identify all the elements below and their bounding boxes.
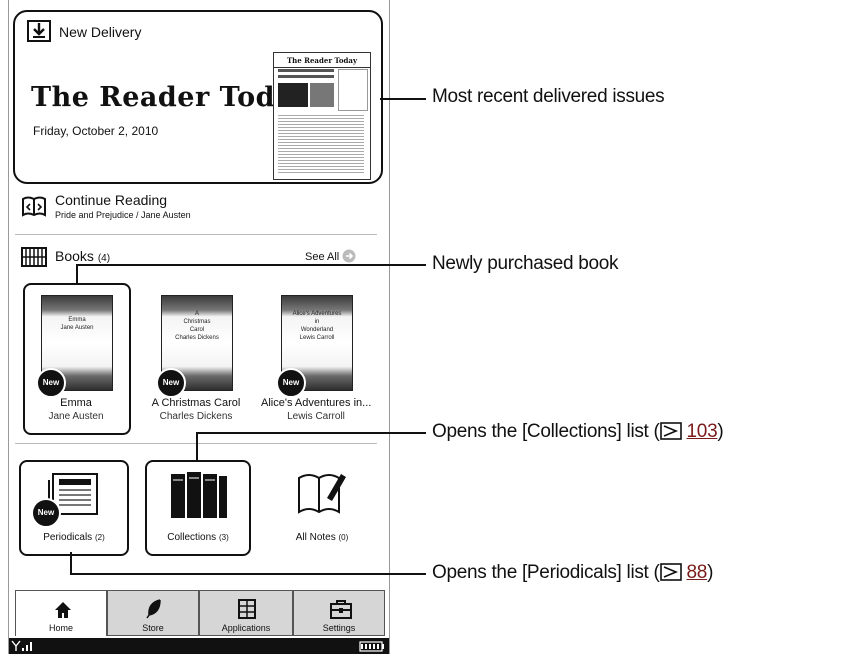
nav-store-label: Store bbox=[142, 623, 164, 633]
status-bar bbox=[9, 638, 389, 654]
nav-applications[interactable]: Applications bbox=[199, 590, 293, 636]
toolbox-icon bbox=[330, 600, 352, 619]
new-delivery-card[interactable]: New Delivery The Reader Today Friday, Oc… bbox=[13, 10, 383, 184]
all-notes-tile[interactable]: All Notes (0) bbox=[269, 460, 375, 552]
see-all-link[interactable]: See All bbox=[305, 249, 356, 263]
all-notes-text: All Notes bbox=[295, 532, 336, 543]
leader-line-purchased-vertical bbox=[76, 264, 78, 284]
thumbnail-masthead: The Reader Today bbox=[274, 56, 370, 68]
callout-suffix: ) bbox=[717, 421, 724, 442]
callout-collections: Opens the [Collections] list ( 103) bbox=[432, 421, 724, 443]
all-notes-label: All Notes (0) bbox=[267, 532, 377, 543]
periodicals-tile[interactable]: New Periodicals (2) bbox=[19, 460, 129, 556]
book-title: Emma bbox=[60, 397, 92, 409]
periodical-masthead: The Reader Today bbox=[31, 82, 310, 113]
book-author: Lewis Carroll bbox=[287, 411, 345, 422]
download-icon bbox=[27, 20, 51, 42]
delivery-date: Friday, October 2, 2010 bbox=[33, 124, 159, 138]
nav-home[interactable]: Home bbox=[15, 590, 107, 636]
callout-newly-purchased: Newly purchased book bbox=[432, 253, 619, 274]
divider bbox=[15, 234, 377, 235]
open-book-icon bbox=[22, 196, 46, 217]
leader-line-collections bbox=[196, 432, 426, 434]
leader-line-collections-vertical bbox=[196, 432, 198, 461]
new-badge: New bbox=[31, 498, 61, 528]
callout-collections-text: Opens the [Collections] list ( bbox=[432, 421, 660, 442]
notes-pen-icon bbox=[298, 474, 346, 514]
nav-applications-label: Applications bbox=[221, 623, 271, 633]
nav-settings[interactable]: Settings bbox=[293, 590, 385, 636]
book-cover: Emma Jane Austen New bbox=[36, 295, 113, 398]
new-delivery-title: New Delivery bbox=[59, 24, 142, 40]
all-notes-count: (0) bbox=[338, 533, 349, 542]
book-item[interactable]: Emma Jane Austen New Emma Jane Austen bbox=[21, 287, 131, 427]
book-cover: Alice's Adventures in Wonderland Lewis C… bbox=[276, 295, 353, 398]
book-author: Charles Dickens bbox=[159, 411, 233, 422]
books-section-title: Books (4) bbox=[55, 248, 110, 264]
new-badge: New bbox=[36, 368, 66, 398]
continue-reading-book: Pride and Prejudice / Jane Austen bbox=[55, 210, 191, 220]
leader-line-recent bbox=[380, 98, 426, 100]
collections-count: (3) bbox=[218, 533, 229, 542]
continue-reading-title[interactable]: Continue Reading bbox=[55, 192, 167, 208]
callout-recent-issues: Most recent delivered issues bbox=[432, 86, 665, 107]
leaf-icon bbox=[146, 599, 161, 619]
cover-text: Alice's Adventures in Wonderland Lewis C… bbox=[292, 311, 342, 341]
nav-settings-label: Settings bbox=[322, 623, 356, 633]
cover-text: Emma Jane Austen bbox=[60, 317, 94, 331]
page-ref-icon bbox=[659, 422, 682, 440]
home-icon bbox=[55, 602, 71, 618]
see-all-label: See All bbox=[305, 251, 340, 263]
book-item[interactable]: A Christmas Carol Charles Dickens New A … bbox=[141, 287, 251, 427]
book-item[interactable]: Alice's Adventures in Wonderland Lewis C… bbox=[261, 287, 371, 427]
collections-label: Collections (3) bbox=[143, 532, 253, 543]
leader-line-periodicals-vertical bbox=[70, 552, 72, 574]
newspaper-thumbnail[interactable]: The Reader Today bbox=[273, 52, 371, 180]
nav-home-label: Home bbox=[48, 623, 73, 633]
applications-icon bbox=[238, 599, 256, 619]
page-ref-link[interactable]: 88 bbox=[687, 562, 708, 583]
page-ref-icon bbox=[659, 563, 682, 581]
periodicals-text: Periodicals bbox=[43, 532, 93, 543]
book-cover: A Christmas Carol Charles Dickens New bbox=[156, 295, 233, 398]
page-ref-link[interactable]: 103 bbox=[687, 421, 718, 442]
book-author: Jane Austen bbox=[48, 411, 104, 422]
new-badge: New bbox=[156, 368, 186, 398]
callout-suffix: ) bbox=[707, 562, 714, 583]
collections-books-icon bbox=[171, 472, 227, 518]
bottom-nav: Home Store Applications Settings bbox=[9, 590, 389, 638]
new-badge: New bbox=[276, 368, 306, 398]
cover-text: A Christmas Carol Charles Dickens bbox=[175, 311, 219, 341]
battery-icon bbox=[359, 641, 384, 652]
signal-icon bbox=[11, 640, 32, 651]
leader-line-periodicals bbox=[70, 573, 426, 575]
callout-periodicals-text: Opens the [Periodicals] list ( bbox=[432, 562, 660, 583]
bookshelf-icon bbox=[21, 247, 47, 267]
periodicals-count: (2) bbox=[94, 533, 105, 542]
callout-periodicals: Opens the [Periodicals] list ( 88) bbox=[432, 562, 713, 584]
collections-text: Collections bbox=[167, 532, 217, 543]
periodicals-label: Periodicals (2) bbox=[19, 532, 129, 543]
collections-tile[interactable]: Collections (3) bbox=[145, 460, 251, 556]
books-label: Books bbox=[55, 248, 94, 264]
books-count: (4) bbox=[97, 253, 111, 264]
reader-screen: New Delivery The Reader Today Friday, Oc… bbox=[8, 0, 390, 654]
book-title: Alice's Adventures in... bbox=[261, 397, 372, 409]
nav-store[interactable]: Store bbox=[107, 590, 199, 636]
leader-line-purchased bbox=[76, 264, 426, 266]
book-title: A Christmas Carol bbox=[151, 397, 241, 409]
arrow-circle-icon bbox=[342, 249, 356, 263]
